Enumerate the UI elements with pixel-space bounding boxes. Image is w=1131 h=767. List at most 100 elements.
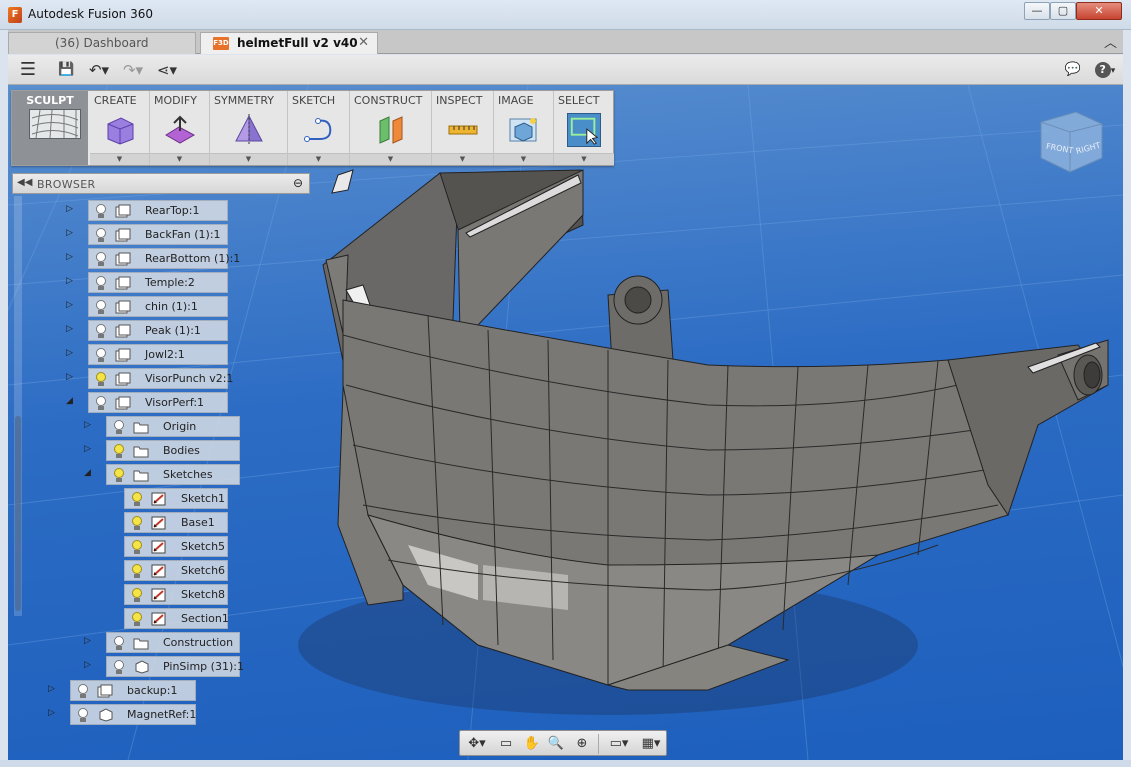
modify-dropdown-arrow[interactable]: ▼ xyxy=(150,153,209,165)
visibility-lightbulb-icon[interactable] xyxy=(95,204,107,218)
visibility-lightbulb-icon[interactable] xyxy=(95,372,107,386)
fit-icon[interactable]: ⊕ xyxy=(572,735,592,753)
expand-arrow-icon[interactable]: ▷ xyxy=(66,372,76,382)
display-settings-icon[interactable]: ▭▾ xyxy=(604,735,634,753)
expand-arrow-icon[interactable]: ▷ xyxy=(84,660,94,670)
create-dropdown-arrow[interactable]: ▼ xyxy=(90,153,149,165)
visibility-lightbulb-icon[interactable] xyxy=(113,636,125,650)
orbit-icon[interactable]: ✥▾ xyxy=(462,735,492,753)
ribbon-group-modify[interactable]: MODIFY ▼ xyxy=(150,91,210,165)
visibility-lightbulb-icon[interactable] xyxy=(131,588,143,602)
visibility-lightbulb-icon[interactable] xyxy=(131,492,143,506)
expand-arrow-icon[interactable]: ▷ xyxy=(66,324,76,334)
browser-node[interactable]: Origin xyxy=(106,416,240,437)
browser-minimize-icon[interactable]: ⊖ xyxy=(293,176,303,190)
browser-node[interactable]: Jowl2:1 xyxy=(88,344,228,365)
ribbon-group-create[interactable]: CREATE ▼ xyxy=(90,91,150,165)
browser-node[interactable]: Sketch6 xyxy=(124,560,228,581)
grid-settings-icon[interactable]: ▦▾ xyxy=(636,735,666,753)
visibility-lightbulb-icon[interactable] xyxy=(95,228,107,242)
select-dropdown-arrow[interactable]: ▼ xyxy=(554,153,614,165)
undo-icon[interactable]: ↶▾ xyxy=(84,59,114,81)
visibility-lightbulb-icon[interactable] xyxy=(95,324,107,338)
browser-node[interactable]: Section1 xyxy=(124,608,229,629)
construct-dropdown-arrow[interactable]: ▼ xyxy=(350,153,431,165)
browser-node[interactable]: Bodies xyxy=(106,440,240,461)
symmetry-dropdown-arrow[interactable]: ▼ xyxy=(210,153,287,165)
browser-node[interactable]: MagnetRef:1 xyxy=(70,704,196,725)
visibility-lightbulb-icon[interactable] xyxy=(95,276,107,290)
workspace-switcher-sculpt[interactable]: SCULPT xyxy=(12,91,88,165)
browser-node[interactable]: RearBottom (1):1 xyxy=(88,248,240,269)
browser-collapse-icon[interactable]: ◀◀ xyxy=(17,177,32,188)
browser-node[interactable]: BackFan (1):1 xyxy=(88,224,228,245)
browser-node[interactable]: Peak (1):1 xyxy=(88,320,228,341)
close-tab-icon[interactable]: ✕ xyxy=(358,33,369,53)
browser-node[interactable]: Base1 xyxy=(124,512,228,533)
ribbon-group-sketch[interactable]: SKETCH ▼ xyxy=(288,91,350,165)
expand-arrow-icon[interactable]: ▷ xyxy=(48,684,58,694)
ribbon-group-construct[interactable]: CONSTRUCT ▼ xyxy=(350,91,432,165)
browser-node[interactable]: backup:1 xyxy=(70,680,196,701)
expand-arrow-icon[interactable]: ▷ xyxy=(66,300,76,310)
comments-icon[interactable]: 💬 xyxy=(1062,59,1084,81)
minimize-button[interactable]: — xyxy=(1024,2,1050,20)
ribbon-group-symmetry[interactable]: SYMMETRY ▼ xyxy=(210,91,288,165)
help-icon[interactable]: ? ▾ xyxy=(1090,59,1120,81)
browser-node[interactable]: VisorPerf:1 xyxy=(88,392,228,413)
expand-arrow-icon[interactable]: ▷ xyxy=(48,708,58,718)
browser-node[interactable]: Temple:2 xyxy=(88,272,228,293)
browser-node[interactable]: VisorPunch v2:1 xyxy=(88,368,233,389)
browser-node[interactable]: PinSimp (31):1 xyxy=(106,656,244,677)
visibility-lightbulb-icon[interactable] xyxy=(131,540,143,554)
redo-icon[interactable]: ↷▾ xyxy=(118,59,148,81)
visibility-lightbulb-icon[interactable] xyxy=(113,660,125,674)
expand-arrow-icon[interactable]: ▷ xyxy=(66,228,76,238)
visibility-lightbulb-icon[interactable] xyxy=(95,300,107,314)
save-icon[interactable]: 💾 xyxy=(58,59,74,81)
tab-dashboard[interactable]: (36) Dashboard xyxy=(8,32,196,54)
browser-node[interactable]: chin (1):1 xyxy=(88,296,228,317)
close-window-button[interactable]: ✕ xyxy=(1076,2,1122,20)
maximize-button[interactable]: ▢ xyxy=(1050,2,1076,20)
browser-scrollbar[interactable] xyxy=(14,196,22,616)
zoom-icon[interactable]: 🔍 xyxy=(546,735,566,753)
expand-arrow-icon[interactable]: ▷ xyxy=(84,444,94,454)
browser-node[interactable]: Sketch8 xyxy=(124,584,228,605)
visibility-lightbulb-icon[interactable] xyxy=(77,684,89,698)
image-dropdown-arrow[interactable]: ▼ xyxy=(494,153,553,165)
inspect-dropdown-arrow[interactable]: ▼ xyxy=(432,153,493,165)
expand-arrow-icon[interactable]: ▷ xyxy=(66,252,76,262)
visibility-lightbulb-icon[interactable] xyxy=(113,420,125,434)
expand-arrow-icon[interactable]: ▷ xyxy=(66,204,76,214)
browser-scroll-thumb[interactable] xyxy=(15,416,21,611)
expand-arrow-icon[interactable]: ▷ xyxy=(84,420,94,430)
visibility-lightbulb-icon[interactable] xyxy=(95,252,107,266)
browser-node[interactable]: Construction xyxy=(106,632,240,653)
visibility-lightbulb-icon[interactable] xyxy=(113,468,125,482)
visibility-lightbulb-icon[interactable] xyxy=(131,516,143,530)
visibility-lightbulb-icon[interactable] xyxy=(131,564,143,578)
look-at-icon[interactable]: ▭ xyxy=(496,735,516,753)
expand-arrow-icon[interactable]: ▷ xyxy=(66,348,76,358)
data-panel-menu-icon[interactable]: ☰ xyxy=(18,59,38,81)
tab-helmet-document[interactable]: F3D helmetFull v2 v40 ✕ xyxy=(200,32,378,54)
visibility-lightbulb-icon[interactable] xyxy=(113,444,125,458)
expand-arrow-icon[interactable]: ▷ xyxy=(66,276,76,286)
sketch-dropdown-arrow[interactable]: ▼ xyxy=(288,153,349,165)
browser-node[interactable]: Sketch5 xyxy=(124,536,228,557)
collapse-arrow-icon[interactable]: ◢ xyxy=(84,468,94,478)
collapse-arrow-icon[interactable]: ◢ xyxy=(66,396,76,406)
browser-panel-header[interactable]: ◀◀ BROWSER ⊖ xyxy=(12,173,310,194)
collapse-tabs-icon[interactable]: ︿ xyxy=(1104,32,1117,51)
ribbon-group-inspect[interactable]: INSPECT ▼ xyxy=(432,91,494,165)
viewcube[interactable]: FRONT RIGHT xyxy=(1036,110,1106,180)
ribbon-group-select[interactable]: SELECT ▼ xyxy=(554,91,614,165)
browser-node[interactable]: RearTop:1 xyxy=(88,200,228,221)
visibility-lightbulb-icon[interactable] xyxy=(95,348,107,362)
visibility-lightbulb-icon[interactable] xyxy=(77,708,89,722)
visibility-lightbulb-icon[interactable] xyxy=(95,396,107,410)
expand-arrow-icon[interactable]: ▷ xyxy=(84,636,94,646)
visibility-lightbulb-icon[interactable] xyxy=(131,612,143,626)
browser-node[interactable]: Sketch1 xyxy=(124,488,228,509)
